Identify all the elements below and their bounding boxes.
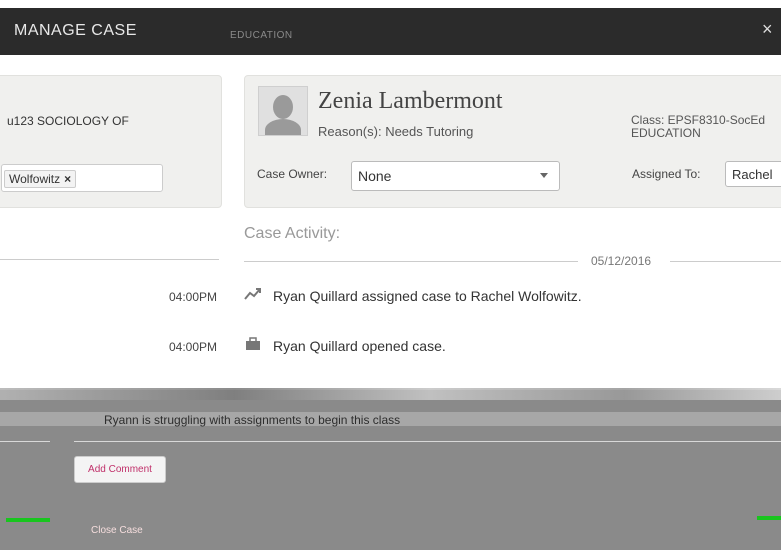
- date-divider-left: [244, 261, 578, 262]
- comment-divider-left: [0, 441, 50, 442]
- date-divider-right: [670, 261, 781, 262]
- class-line-2: EDUCATION: [631, 126, 701, 140]
- modal-header: MANAGE CASE EDUCATION ×: [0, 8, 781, 55]
- modal-subtitle: EDUCATION: [230, 30, 293, 41]
- close-case-button[interactable]: Close Case: [91, 525, 143, 536]
- case-activity-title: Case Activity:: [244, 225, 341, 242]
- status-indicator-right: [757, 516, 781, 520]
- close-icon[interactable]: ×: [762, 19, 773, 40]
- case-reason: Reason(s): Needs Tutoring: [318, 124, 474, 139]
- status-indicator: [6, 518, 50, 522]
- student-name: Zenia Lambermont: [318, 88, 503, 114]
- course-panel: u123 SOCIOLOGY OF Wolfowitz ×: [0, 75, 222, 208]
- render-artifact: [0, 388, 781, 400]
- assigned-to-field[interactable]: Rachel: [725, 161, 781, 187]
- assigned-to-label: Assigned To:: [632, 167, 701, 181]
- activity-time: 04:00PM: [168, 340, 217, 354]
- modal-title: MANAGE CASE: [14, 22, 137, 39]
- activity-text: Ryan Quillard opened case.: [273, 338, 446, 354]
- course-name: u123 SOCIOLOGY OF: [7, 114, 129, 128]
- activity-date: 05/12/2016: [591, 254, 652, 268]
- activity-text: Ryan Quillard assigned case to Rachel Wo…: [273, 288, 582, 304]
- left-divider: [0, 259, 219, 260]
- case-owner-label: Case Owner:: [257, 167, 328, 181]
- assignee-token-input[interactable]: Wolfowitz ×: [1, 164, 163, 192]
- trend-icon: [244, 287, 262, 304]
- chevron-down-icon: [540, 173, 548, 178]
- case-owner-value: None: [358, 168, 392, 184]
- remove-token-icon[interactable]: ×: [64, 172, 71, 186]
- case-owner-select[interactable]: None: [351, 161, 560, 191]
- comment-divider: [74, 441, 781, 442]
- class-info: Class: EPSF8310-SocEd EDUCATION: [631, 114, 781, 140]
- avatar: [258, 86, 308, 136]
- student-panel: Zenia Lambermont Reason(s): Needs Tutori…: [244, 75, 781, 208]
- assignee-token-label: Wolfowitz: [9, 172, 61, 186]
- avatar-head-icon: [273, 95, 293, 119]
- add-comment-button[interactable]: Add Comment: [74, 456, 166, 483]
- avatar-body-icon: [265, 119, 301, 135]
- activity-time: 04:00PM: [168, 290, 217, 304]
- assignee-token: Wolfowitz ×: [4, 170, 77, 188]
- briefcase-icon: [245, 337, 261, 354]
- assigned-to-value: Rachel: [732, 167, 773, 182]
- comment-text: Ryann is struggling with assignments to …: [104, 413, 401, 427]
